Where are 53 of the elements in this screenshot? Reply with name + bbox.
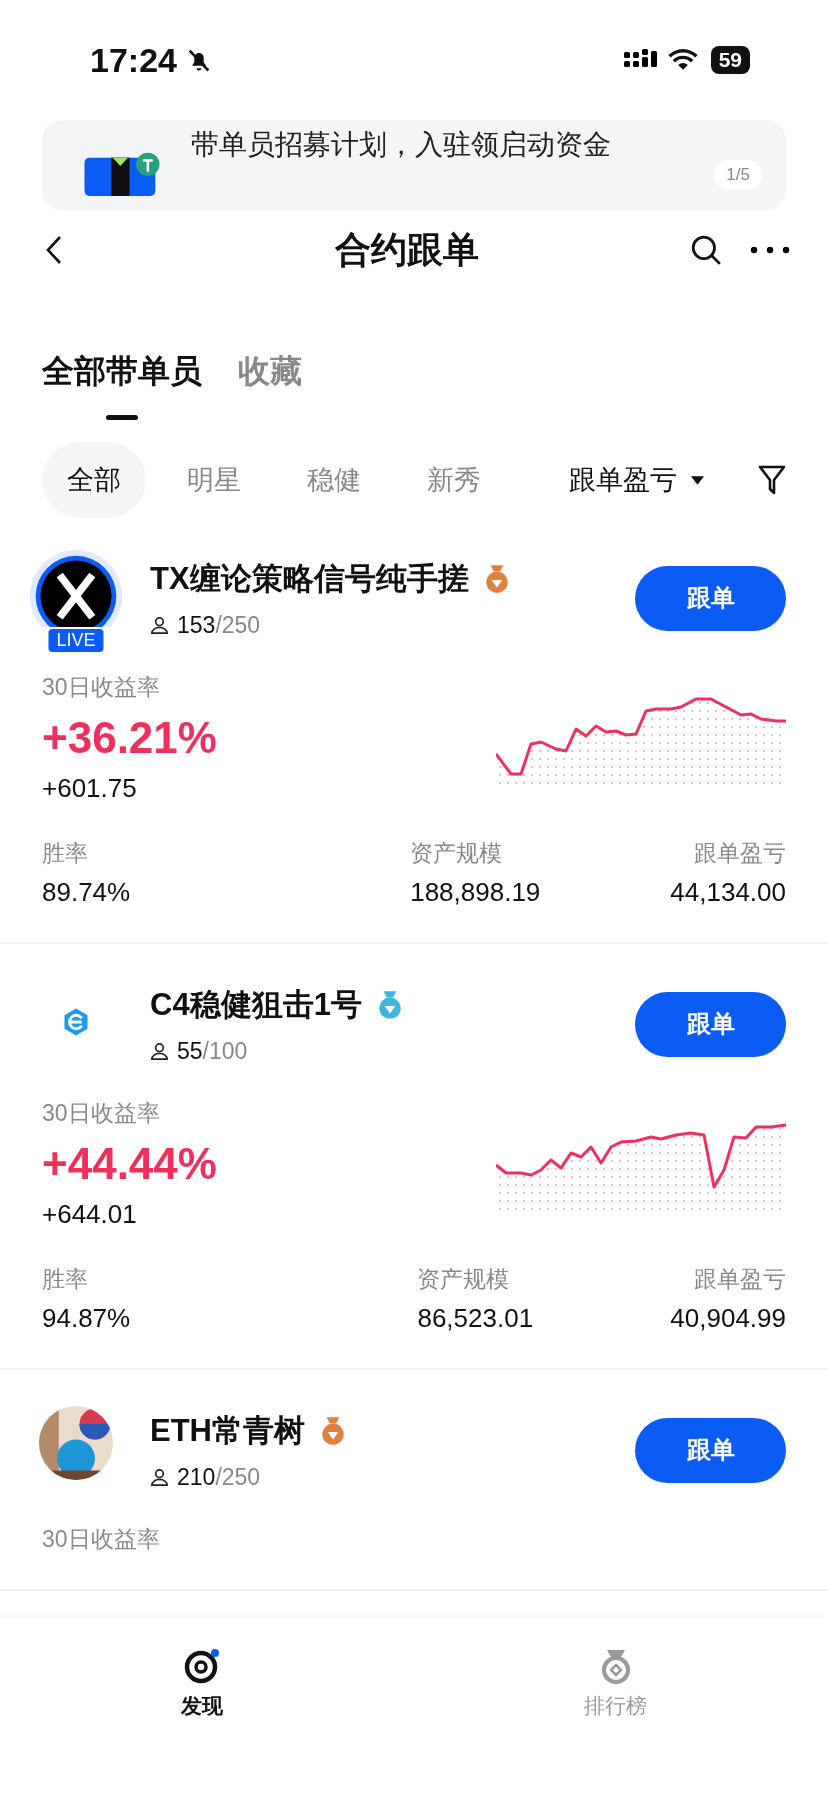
follower-count: 153/250	[177, 611, 261, 639]
stat-label: 资产规模	[410, 839, 504, 868]
filter-chip[interactable]: 明星	[162, 442, 266, 518]
trader-name[interactable]: TX缠论策略信号纯手搓	[150, 557, 469, 600]
follow-button[interactable]: 跟单	[635, 1417, 786, 1483]
profit-amount: +644.01	[42, 1199, 138, 1230]
follow-button[interactable]: 跟单	[635, 565, 786, 631]
back-icon[interactable]	[44, 235, 64, 265]
person-icon	[150, 615, 169, 635]
wifi-icon	[666, 49, 699, 71]
filter-chip[interactable]: 新秀	[402, 442, 506, 518]
banner-text: 带单员招募计划，入驻领启动资金	[191, 128, 611, 162]
banner-card[interactable]: 带单员招募计划，入驻领启动资金 1/5	[42, 120, 786, 210]
filter-chip[interactable]: 稳健	[282, 442, 386, 518]
follower-count: 55/100	[177, 1037, 248, 1065]
person-icon	[150, 1041, 169, 1061]
stat-value: 188,898.19	[410, 877, 541, 908]
caret-icon	[691, 475, 704, 485]
follower-count: 210/250	[177, 1463, 261, 1491]
battery-indicator: 59	[710, 46, 750, 74]
trader-name[interactable]: C4稳健狙击1号	[150, 983, 362, 1026]
live-badge: LIVE	[46, 627, 106, 654]
stat-value: 94.87%	[42, 1303, 131, 1334]
stat-label: 胜率	[42, 1265, 89, 1294]
return-percentage: +36.21%	[42, 713, 217, 763]
profit-amount: +601.75	[42, 773, 138, 804]
banner-pager: 1/5	[714, 160, 762, 190]
stat-value: 44,134.00	[670, 877, 786, 908]
status-time: 17:24	[90, 40, 177, 80]
search-icon[interactable]	[690, 234, 722, 266]
x-logo-avatar[interactable]	[28, 548, 124, 627]
person-icon	[150, 1467, 169, 1487]
more-icon[interactable]	[750, 246, 790, 254]
follow-button[interactable]: 跟单	[635, 991, 786, 1057]
return-label: 30日收益率	[42, 1525, 160, 1554]
stat-value: 89.74%	[42, 877, 131, 908]
tab[interactable]: 收藏	[238, 350, 302, 420]
return-label: 30日收益率	[42, 673, 161, 702]
nav-tab[interactable]: 发现	[180, 1646, 223, 1720]
filter-icon[interactable]	[758, 464, 786, 496]
stat-label: 跟单盈亏	[694, 839, 786, 868]
stat-value: 86,523.01	[417, 1303, 534, 1334]
tab[interactable]: 全部带单员	[42, 350, 202, 420]
stat-value: 40,904.99	[670, 1303, 786, 1334]
return-label: 30日收益率	[42, 1099, 161, 1128]
stat-label: 胜率	[42, 839, 89, 868]
filter-chip[interactable]: 全部	[42, 442, 146, 518]
trader-name[interactable]: ETH常青树	[150, 1409, 305, 1452]
return-percentage: +44.44%	[42, 1139, 217, 1189]
stat-label: 资产规模	[417, 1265, 511, 1294]
sort-dropdown[interactable]: 跟单盈亏	[569, 462, 704, 498]
page-title: 合约跟单	[334, 227, 480, 272]
stat-label: 跟单盈亏	[694, 1265, 786, 1294]
